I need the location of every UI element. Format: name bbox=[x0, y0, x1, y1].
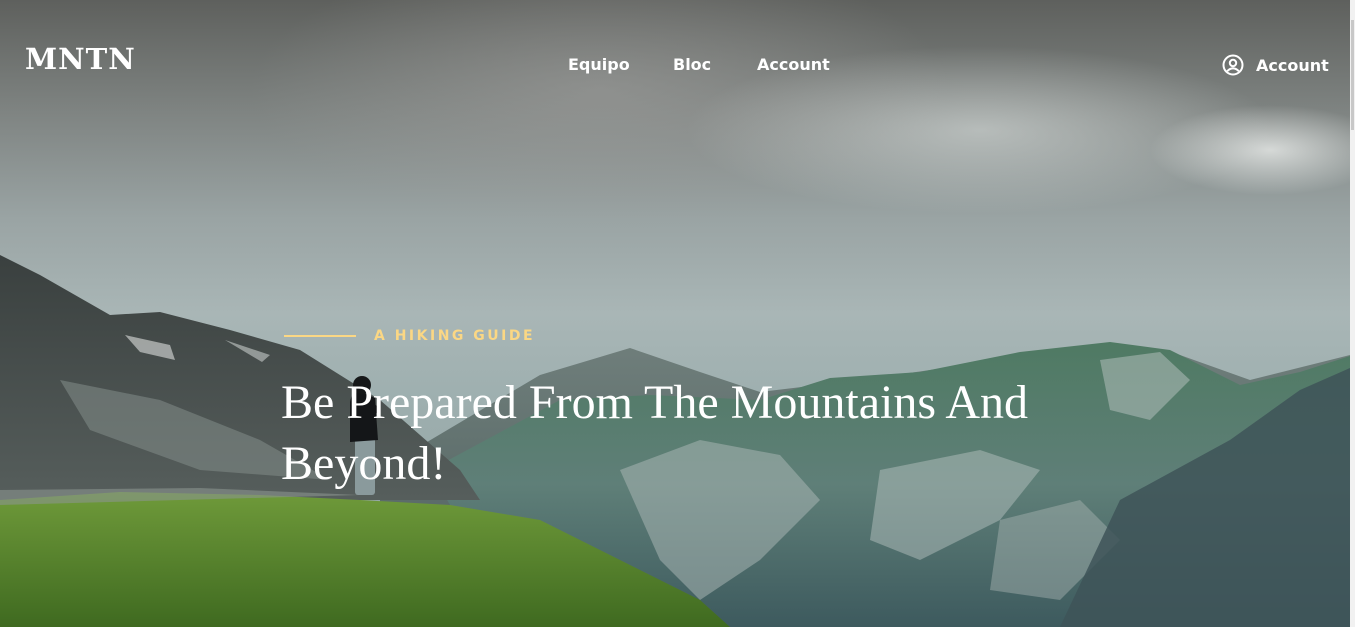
scrollbar-thumb[interactable] bbox=[1351, 20, 1354, 130]
user-circle-icon bbox=[1222, 54, 1244, 76]
mountain-landscape-image bbox=[0, 255, 1350, 627]
hero-headline: Be Prepared From The Mountains And Beyon… bbox=[281, 376, 1029, 490]
eyebrow-text: A HIKING GUIDE bbox=[374, 328, 536, 344]
vertical-scrollbar[interactable] bbox=[1350, 0, 1355, 627]
brand-logo[interactable]: MNTN bbox=[25, 42, 136, 76]
account-button[interactable]: Account bbox=[1222, 53, 1329, 77]
nav-item-account[interactable]: Account bbox=[757, 55, 830, 74]
account-label: Account bbox=[1256, 55, 1329, 75]
hero-eyebrow: A HIKING GUIDE bbox=[284, 328, 535, 344]
eyebrow-line bbox=[284, 335, 356, 337]
nav-item-bloc[interactable]: Bloc bbox=[673, 55, 711, 74]
nav-item-equipo[interactable]: Equipo bbox=[568, 55, 630, 74]
hero-section: MNTN Equipo Bloc Account Account A HIKIN… bbox=[0, 0, 1350, 627]
